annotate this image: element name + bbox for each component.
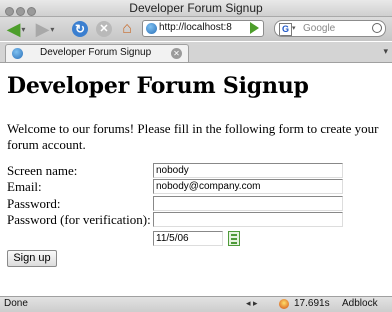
page-title: Developer Forum Signup	[7, 73, 309, 99]
tab-label: Developer Forum Signup	[40, 47, 152, 58]
password-field[interactable]	[153, 196, 343, 211]
calendar-icon[interactable]	[228, 231, 240, 246]
adblock-button[interactable]: Adblock	[342, 298, 378, 309]
chevron-down-icon: ▾	[50, 24, 55, 34]
address-text: http://localhost:8	[159, 22, 232, 33]
site-globe-icon	[146, 23, 157, 34]
page-content: Developer Forum Signup Welcome to our fo…	[0, 63, 392, 295]
back-arrow-icon: ◀	[6, 19, 21, 39]
search-icon[interactable]	[372, 23, 382, 33]
stop-icon: ✕	[96, 21, 112, 37]
reload-button[interactable]: ↻	[70, 19, 90, 39]
screen-name-input[interactable]: nobody	[153, 163, 343, 178]
password-label: Password:	[7, 196, 61, 211]
search-placeholder: Google	[303, 23, 336, 34]
sign-up-button[interactable]: Sign up	[7, 250, 57, 267]
status-text: Done	[4, 298, 28, 309]
status-nav-arrows-icon[interactable]: ◂ ▸	[246, 298, 258, 309]
status-bar: Done ◂ ▸ 17.691s Adblock	[0, 296, 392, 312]
address-bar[interactable]: http://localhost:8	[142, 20, 264, 37]
close-tab-icon[interactable]: ✕	[171, 48, 182, 59]
tab-strip: Developer Forum Signup ✕ ▾	[0, 42, 392, 63]
chevron-down-icon: ▾	[21, 24, 26, 34]
forward-button[interactable]: ▶ ▾	[32, 19, 58, 39]
firebug-icon[interactable]	[279, 299, 289, 309]
tab-list-chevron-icon[interactable]: ▾	[383, 46, 388, 57]
forward-arrow-icon: ▶	[35, 19, 50, 39]
home-icon: ⌂	[122, 20, 132, 37]
back-button[interactable]: ◀ ▾	[3, 19, 29, 39]
home-button[interactable]: ⌂	[116, 19, 138, 39]
screen-name-label: Screen name:	[7, 163, 78, 178]
password-verify-field[interactable]	[153, 212, 343, 227]
search-engine-icon[interactable]: G	[279, 23, 292, 36]
tab-developer-forum-signup[interactable]: Developer Forum Signup ✕	[5, 44, 189, 62]
navigation-toolbar: ◀ ▾ ▶ ▾ ↻ ✕ ⌂ http://localhost:8 G ▾ Googl…	[0, 17, 392, 41]
go-button[interactable]	[250, 22, 259, 34]
password-verify-label: Password (for verification):	[7, 212, 151, 227]
window-titlebar: Developer Forum Signup	[0, 0, 392, 17]
intro-text: Welcome to our forums! Please fill in th…	[7, 121, 379, 152]
reload-icon: ↻	[72, 21, 88, 37]
load-timer: 17.691s	[294, 298, 330, 309]
search-input[interactable]: G ▾ Google	[274, 20, 386, 37]
email-field[interactable]: nobody@company.com	[153, 179, 343, 194]
window-title: Developer Forum Signup	[129, 1, 263, 15]
email-label: Email:	[7, 179, 42, 194]
stop-button[interactable]: ✕	[94, 19, 114, 39]
tab-globe-icon	[12, 48, 23, 59]
chevron-down-icon: ▾	[292, 25, 296, 32]
date-input[interactable]: 11/5/06	[153, 231, 223, 246]
